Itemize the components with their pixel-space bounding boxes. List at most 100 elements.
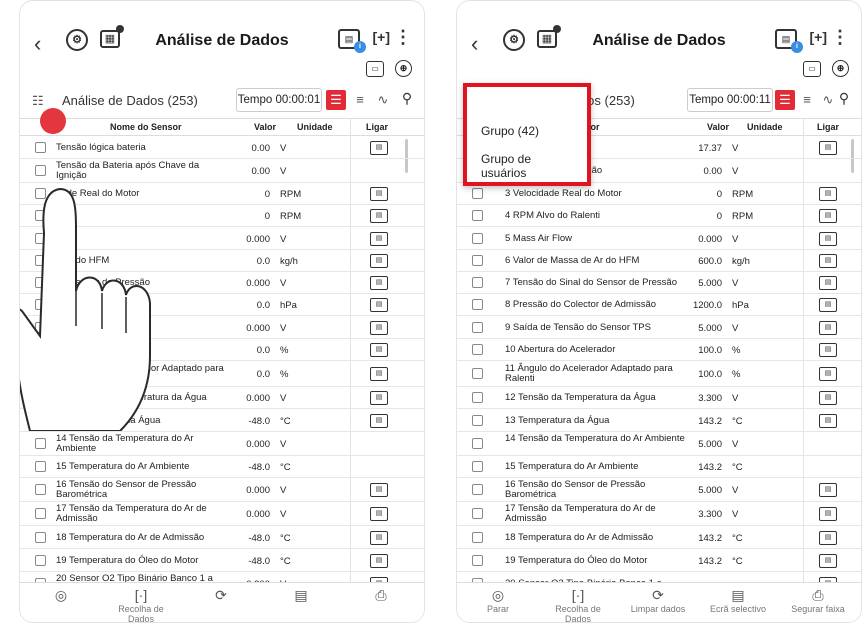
row-checkbox[interactable] bbox=[472, 188, 483, 199]
row-checkbox[interactable] bbox=[35, 484, 46, 495]
search-icon[interactable]: ⚲ bbox=[835, 90, 853, 108]
link-graph-icon[interactable]: ▤ bbox=[819, 276, 837, 290]
text-view-icon[interactable]: ≡ bbox=[797, 90, 817, 110]
column-link[interactable]: Ligar bbox=[366, 122, 388, 132]
row-checkbox[interactable] bbox=[35, 508, 46, 519]
row-checkbox[interactable] bbox=[35, 344, 46, 355]
row-checkbox[interactable] bbox=[35, 255, 46, 266]
row-checkbox[interactable] bbox=[472, 233, 483, 244]
table-row[interactable]: 12 Tensão da Temperatura da Água 0.000 V ▤ bbox=[20, 387, 424, 409]
signal-icon[interactable]: ⊕ bbox=[395, 60, 412, 77]
link-graph-icon[interactable]: ▤ bbox=[819, 343, 837, 357]
fullscreen-icon[interactable]: [+] bbox=[810, 29, 828, 45]
row-checkbox[interactable] bbox=[35, 233, 46, 244]
row-checkbox[interactable] bbox=[472, 532, 483, 543]
link-graph-icon[interactable]: ▤ bbox=[819, 298, 837, 312]
link-graph-icon[interactable]: ▤ bbox=[370, 209, 388, 223]
vehicle-info-icon[interactable]: ▤ i bbox=[338, 29, 366, 53]
back-arrow-icon[interactable]: ‹ bbox=[34, 31, 41, 57]
link-graph-icon[interactable]: ▤ bbox=[370, 367, 388, 381]
more-menu-icon[interactable]: ⋮ bbox=[831, 27, 849, 48]
row-checkbox[interactable] bbox=[472, 555, 483, 566]
row-checkbox[interactable] bbox=[35, 368, 46, 379]
row-checkbox[interactable] bbox=[472, 322, 483, 333]
link-graph-icon[interactable]: ▤ bbox=[819, 209, 837, 223]
column-link[interactable]: Ligar bbox=[817, 122, 839, 132]
row-checkbox[interactable] bbox=[472, 415, 483, 426]
table-row[interactable]: 3 Velocidade Real do Motor 0 RPM ▤ bbox=[457, 183, 861, 205]
row-checkbox[interactable] bbox=[472, 392, 483, 403]
row-checkbox[interactable] bbox=[35, 210, 46, 221]
row-checkbox[interactable] bbox=[35, 165, 46, 176]
link-graph-icon[interactable]: ▤ bbox=[819, 507, 837, 521]
table-row[interactable]: 14 Tensão da Temperatura do Ar Ambiente 5… bbox=[457, 432, 861, 456]
signal-icon[interactable]: ⊕ bbox=[832, 60, 849, 77]
row-checkbox[interactable] bbox=[472, 508, 483, 519]
link-graph-icon[interactable]: ▤ bbox=[819, 414, 837, 428]
graph-view-icon[interactable]: ∿ bbox=[373, 90, 393, 110]
row-checkbox[interactable] bbox=[472, 461, 483, 472]
table-row[interactable]: Tensão lógica bateria 0.00 V ▤ bbox=[20, 137, 424, 159]
column-unit[interactable]: Unidade bbox=[747, 122, 783, 132]
table-row[interactable]: 18 Temperatura do Ar de Admissão -48.0 °C ▤ bbox=[20, 526, 424, 549]
group-filter-icon[interactable]: ☷ bbox=[32, 94, 47, 107]
fullscreen-icon[interactable]: [+] bbox=[373, 29, 391, 45]
row-checkbox[interactable] bbox=[35, 555, 46, 566]
link-graph-icon[interactable]: ▤ bbox=[370, 141, 388, 155]
link-graph-icon[interactable]: ▤ bbox=[819, 232, 837, 246]
table-row[interactable]: lenti 0 RPM ▤ bbox=[20, 205, 424, 227]
report-icon[interactable]: ▦ bbox=[537, 25, 561, 48]
more-menu-icon[interactable]: ⋮ bbox=[394, 27, 412, 48]
record-button[interactable]: [·] Recolha de Dados bbox=[106, 587, 176, 622]
link-graph-icon[interactable]: ▤ bbox=[819, 483, 837, 497]
stop-button[interactable]: ◎ Parar bbox=[463, 587, 533, 614]
table-row[interactable]: 15 Temperatura do Ar Ambiente -48.0 °C bbox=[20, 456, 424, 478]
list-view-icon[interactable]: ☰ bbox=[775, 90, 795, 110]
link-graph-icon[interactable]: ▤ bbox=[819, 554, 837, 568]
table-row[interactable]: 8 Pressão do Colector de Admissão 1200.0 h… bbox=[457, 294, 861, 316]
table-row[interactable]: 13 Temperatura da Água -48.0 °C ▤ bbox=[20, 409, 424, 432]
text-view-icon[interactable]: ≡ bbox=[350, 90, 370, 110]
record-button[interactable]: [·] Recolha de Dados bbox=[543, 587, 613, 622]
link-graph-icon[interactable]: ▤ bbox=[370, 507, 388, 521]
dropdown-option-user-group[interactable]: Grupo de usuários bbox=[481, 152, 551, 180]
link-graph-icon[interactable]: ▤ bbox=[370, 232, 388, 246]
vehicle-info-icon[interactable]: ▤ i bbox=[775, 29, 803, 53]
vehicle-connect-icon[interactable]: ▭ bbox=[366, 61, 384, 77]
selective-screen-button[interactable]: ▤ Ecrã selectivo bbox=[703, 587, 773, 614]
vehicle-connect-icon[interactable]: ▭ bbox=[803, 61, 821, 77]
table-row[interactable]: 0.000 V ▤ bbox=[20, 227, 424, 250]
table-row[interactable]: 9 Saída de Tensão do Sensor TPS 5.000 V ▤ bbox=[457, 316, 861, 339]
table-row[interactable]: 4 RPM Alvo do Ralenti 0 RPM ▤ bbox=[457, 205, 861, 227]
row-checkbox[interactable] bbox=[35, 415, 46, 426]
row-checkbox[interactable] bbox=[35, 461, 46, 472]
list-view-icon[interactable]: ☰ bbox=[326, 90, 346, 110]
column-unit[interactable]: Unidade bbox=[297, 122, 333, 132]
row-checkbox[interactable] bbox=[35, 142, 46, 153]
table-row[interactable]: lector de Admissão 0.0 hPa ▤ bbox=[20, 294, 424, 316]
table-row[interactable]: 19 Temperatura do Óleo do Motor -48.0 °C ▤ bbox=[20, 549, 424, 572]
diagnostic-icon[interactable]: ⚙ bbox=[503, 29, 525, 51]
row-checkbox[interactable] bbox=[472, 210, 483, 221]
row-checkbox[interactable] bbox=[472, 277, 483, 288]
table-row[interactable]: 15 Temperatura do Ar Ambiente 143.2 °C bbox=[457, 456, 861, 478]
link-graph-icon[interactable]: ▤ bbox=[370, 391, 388, 405]
clear-button[interactable]: ⟳ Limpar dados bbox=[623, 587, 693, 614]
dropdown-option-group[interactable]: Grupo (42) bbox=[481, 124, 539, 138]
row-checkbox[interactable] bbox=[472, 299, 483, 310]
row-checkbox[interactable] bbox=[35, 322, 46, 333]
column-value[interactable]: Valor bbox=[254, 122, 276, 132]
search-icon[interactable]: ⚲ bbox=[398, 90, 416, 108]
link-graph-icon[interactable]: ▤ bbox=[370, 321, 388, 335]
link-graph-icon[interactable]: ▤ bbox=[819, 531, 837, 545]
row-checkbox[interactable] bbox=[35, 392, 46, 403]
table-row[interactable]: 19 Temperatura do Óleo do Motor 143.2 °C ▤ bbox=[457, 549, 861, 572]
link-graph-icon[interactable]: ▤ bbox=[370, 187, 388, 201]
row-checkbox[interactable] bbox=[35, 188, 46, 199]
link-graph-icon[interactable]: ▤ bbox=[819, 187, 837, 201]
row-checkbox[interactable] bbox=[35, 532, 46, 543]
hold-track-button[interactable]: ⎙ Segurar faixa bbox=[783, 587, 853, 614]
link-graph-icon[interactable]: ▤ bbox=[370, 343, 388, 357]
table-row[interactable]: o Acelerador 0.0% ▤ bbox=[20, 339, 424, 361]
back-arrow-icon[interactable]: ‹ bbox=[471, 31, 478, 57]
